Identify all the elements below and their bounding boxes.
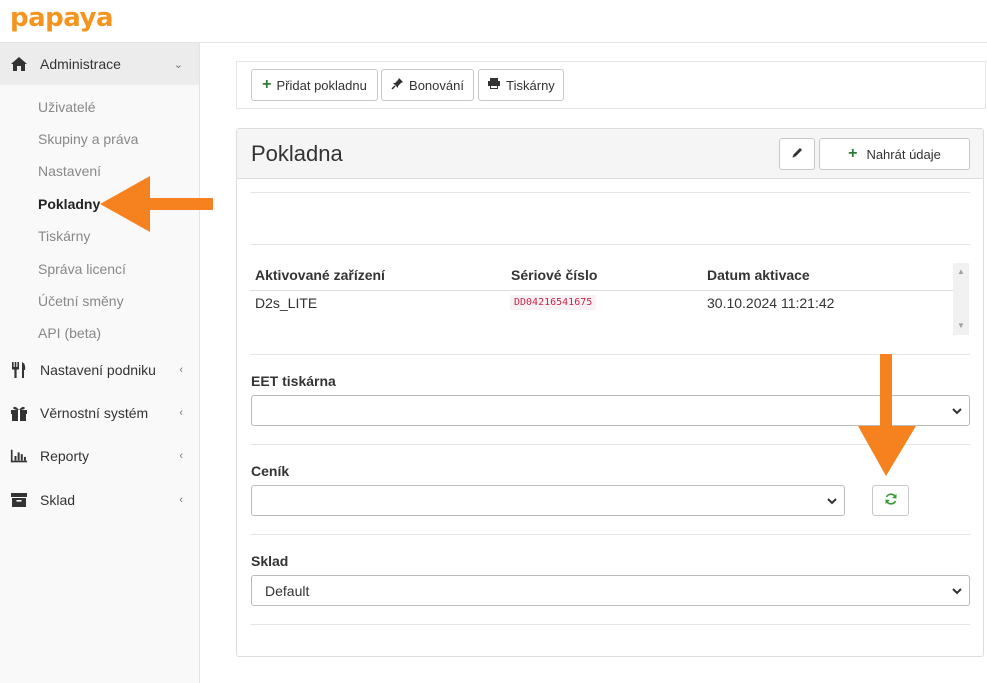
warehouse-select[interactable]: Default <box>251 575 970 606</box>
refresh-price-list-button[interactable] <box>872 485 909 516</box>
top-bar: papaya <box>0 0 987 43</box>
scroll-down-icon[interactable]: ▼ <box>957 321 965 330</box>
eet-printer-label: EET tiskárna <box>251 373 336 389</box>
chevron-down-icon <box>951 584 963 600</box>
device-name-cell: D2s_LITE <box>255 295 318 311</box>
column-header-serial: Sériové číslo <box>511 267 598 283</box>
scroll-up-icon[interactable]: ▲ <box>957 267 965 276</box>
gift-icon <box>10 404 28 422</box>
chevron-down-icon <box>826 494 838 510</box>
page-title: Pokladna <box>251 141 343 166</box>
divider <box>250 192 970 193</box>
sidebar-subitem-uzivatele[interactable]: Uživatelé <box>38 99 96 115</box>
printers-label: Tiskárny <box>506 77 555 93</box>
column-header-device: Aktivované zařízení <box>255 267 385 283</box>
add-register-button[interactable]: + Přidat pokladnu <box>251 69 378 101</box>
warehouse-label: Sklad <box>251 553 289 569</box>
serial-number-cell: DD04216541675 <box>510 295 597 310</box>
printer-icon <box>487 77 501 93</box>
archive-icon <box>10 491 28 509</box>
bonovani-button[interactable]: Bonování <box>381 69 474 101</box>
plus-icon: + <box>848 145 858 162</box>
sidebar: Administrace ⌄ Uživatelé Skupiny a práva… <box>0 43 200 683</box>
upload-data-label: Nahrát údaje <box>866 146 941 162</box>
sidebar-item-nastaveni-podniku[interactable]: Nastavení podniku ‹ <box>0 349 199 391</box>
warehouse-value: Default <box>265 582 310 599</box>
edit-button[interactable] <box>779 138 815 170</box>
sidebar-subitem-smeny[interactable]: Účetní směny <box>38 293 124 309</box>
chevron-left-icon: ‹ <box>179 494 183 506</box>
table-scrollbar[interactable]: ▲ ▼ <box>953 263 969 335</box>
pencil-icon <box>791 146 804 162</box>
chevron-left-icon: ‹ <box>179 450 183 462</box>
column-header-date: Datum aktivace <box>707 267 810 283</box>
home-icon <box>10 55 28 73</box>
sidebar-item-label: Věrnostní systém <box>40 405 149 421</box>
sidebar-item-label: Sklad <box>40 492 76 508</box>
sidebar-subitem-api[interactable]: API (beta) <box>38 325 101 341</box>
printers-button[interactable]: Tiskárny <box>478 69 564 101</box>
sidebar-item-reporty[interactable]: Reporty ‹ <box>0 435 199 477</box>
chevron-down-icon: ⌄ <box>173 58 183 71</box>
sidebar-subitem-pokladny[interactable]: Pokladny <box>38 196 100 212</box>
table-header-divider <box>250 290 953 291</box>
sidebar-subitem-tiskarny[interactable]: Tiskárny <box>38 228 90 244</box>
refresh-icon <box>884 492 898 509</box>
sidebar-item-vernostni-system[interactable]: Věrnostní systém ‹ <box>0 392 199 434</box>
annotation-arrow-down <box>858 354 916 476</box>
papaya-logo[interactable]: papaya <box>10 3 114 33</box>
sidebar-item-sklad[interactable]: Sklad ‹ <box>0 479 199 521</box>
divider <box>250 534 970 535</box>
upload-data-button[interactable]: + Nahrát údaje <box>819 138 970 170</box>
chevron-down-icon <box>951 404 963 420</box>
sidebar-subitem-skupiny[interactable]: Skupiny a práva <box>38 131 138 147</box>
chevron-left-icon: ‹ <box>179 364 183 376</box>
divider <box>250 624 970 625</box>
pin-icon <box>391 77 404 93</box>
sidebar-item-label: Reporty <box>40 448 90 464</box>
sidebar-item-label: Nastavení podniku <box>40 362 156 378</box>
plus-icon: + <box>262 76 272 93</box>
activation-date-cell: 30.10.2024 11:21:42 <box>707 295 835 311</box>
add-register-label: Přidat pokladnu <box>276 77 367 93</box>
bar-chart-icon <box>10 447 28 465</box>
chevron-left-icon: ‹ <box>179 407 183 419</box>
cutlery-icon <box>10 361 28 379</box>
price-list-label: Ceník <box>251 463 290 479</box>
price-list-select[interactable] <box>251 485 845 516</box>
sidebar-item-label: Administrace <box>40 56 121 72</box>
sidebar-subitem-nastaveni[interactable]: Nastavení <box>38 163 101 179</box>
sidebar-subitem-licence[interactable]: Správa licencí <box>38 261 126 277</box>
divider <box>250 244 970 245</box>
annotation-arrow-left <box>100 176 213 232</box>
bonovani-label: Bonování <box>409 77 464 93</box>
sidebar-item-administrace[interactable]: Administrace ⌄ <box>0 43 199 85</box>
